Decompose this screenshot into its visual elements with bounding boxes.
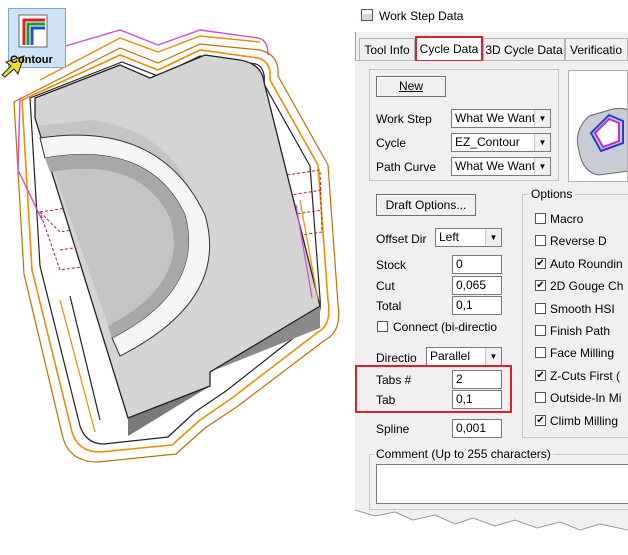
cycle-label: Cycle (376, 136, 407, 150)
option-checkbox[interactable] (535, 347, 546, 358)
option-label: Reverse D (550, 234, 607, 248)
direction-select[interactable]: Parallel ▼ (426, 347, 502, 366)
stock-field[interactable]: 0 (452, 255, 502, 274)
option-checkbox[interactable] (535, 303, 546, 314)
option-checkbox[interactable]: ✔ (535, 258, 546, 269)
options-title: Options (528, 187, 576, 201)
cycle-value: EZ_Contour (455, 135, 520, 149)
cycle-data-highlight (415, 36, 483, 62)
option-label: Macro (550, 212, 584, 226)
option-label: Finish Path (550, 324, 611, 338)
option-checkbox[interactable]: ✔ (535, 415, 546, 426)
contour-icon (18, 14, 48, 48)
dialog-title: Work Step Data (379, 9, 464, 23)
option-label: Climb Milling (550, 414, 619, 428)
offset-dir-select[interactable]: Left ▼ (435, 228, 502, 247)
part-view (13, 29, 340, 463)
window-icon (361, 9, 373, 21)
work-step-select[interactable]: What We Want ▼ (451, 109, 551, 128)
work-step-dialog: Work Step Data Tool Info Cycle Data 3D C… (355, 0, 628, 552)
option-checkbox[interactable]: ✔ (535, 280, 546, 291)
chevron-down-icon: ▼ (534, 110, 550, 127)
option-label: 2D Gouge Ch (550, 279, 624, 293)
contour-label: Contour (10, 54, 53, 66)
chevron-down-icon: ▼ (485, 348, 501, 365)
offset-dir-label: Offset Dir (376, 232, 427, 246)
option-label: Smooth HSI (550, 302, 615, 316)
option-checkbox[interactable] (535, 325, 546, 336)
contour-preview-icon (576, 107, 627, 176)
connect-checkbox[interactable] (377, 321, 388, 332)
tab-3d-cycle-data[interactable]: 3D Cycle Data (483, 38, 565, 60)
option-checkbox[interactable]: ✔ (535, 370, 546, 381)
chevron-down-icon: ▼ (485, 229, 501, 246)
graphics-viewport[interactable]: Contour (0, 0, 355, 552)
cut-label: Cut (376, 279, 395, 293)
direction-value: Parallel (430, 349, 471, 363)
chevron-down-icon: ▼ (534, 134, 550, 151)
option-label: Z-Cuts First ( (550, 369, 620, 383)
cut-field[interactable]: 0,065 (452, 276, 502, 295)
draft-options-button[interactable]: Draft Options... (376, 194, 476, 216)
total-field[interactable]: 0,1 (452, 296, 502, 315)
torn-edge (355, 509, 628, 552)
connect-label: Connect (bi-directio (393, 320, 498, 334)
comment-label: Comment (Up to 255 characters) (374, 447, 553, 461)
comment-textarea[interactable] (376, 464, 628, 504)
stock-label: Stock (376, 258, 407, 272)
option-checkbox[interactable] (535, 235, 546, 246)
tabs-highlight (355, 365, 512, 413)
spline-field[interactable]: 0,001 (452, 419, 502, 438)
option-checkbox[interactable] (535, 213, 546, 224)
option-label: Auto Roundin (550, 257, 623, 271)
direction-label: Directio (376, 351, 417, 365)
total-label: Total (376, 299, 402, 313)
cycle-preview (568, 70, 628, 182)
spline-label: Spline (376, 422, 410, 436)
option-label: Outside-In Mi (550, 391, 622, 405)
part-body (34, 54, 321, 436)
offset-dir-value: Left (439, 230, 460, 244)
option-checkbox[interactable] (535, 392, 546, 403)
option-label: Face Milling (550, 346, 615, 360)
path-curve-value: What We Want (455, 159, 536, 173)
work-step-label: Work Step (376, 112, 432, 126)
chevron-down-icon: ▼ (534, 158, 550, 175)
dialog-titlebar[interactable]: Work Step Data (355, 0, 628, 32)
new-button[interactable]: New (376, 76, 446, 97)
path-curve-label: Path Curve (376, 160, 437, 174)
tab-tool-info[interactable]: Tool Info (359, 38, 415, 60)
tab-verification[interactable]: Verificatio (565, 38, 628, 60)
work-step-value: What We Want (455, 111, 536, 125)
path-curve-select[interactable]: What We Want ▼ (451, 157, 551, 176)
cycle-select[interactable]: EZ_Contour ▼ (451, 133, 551, 152)
